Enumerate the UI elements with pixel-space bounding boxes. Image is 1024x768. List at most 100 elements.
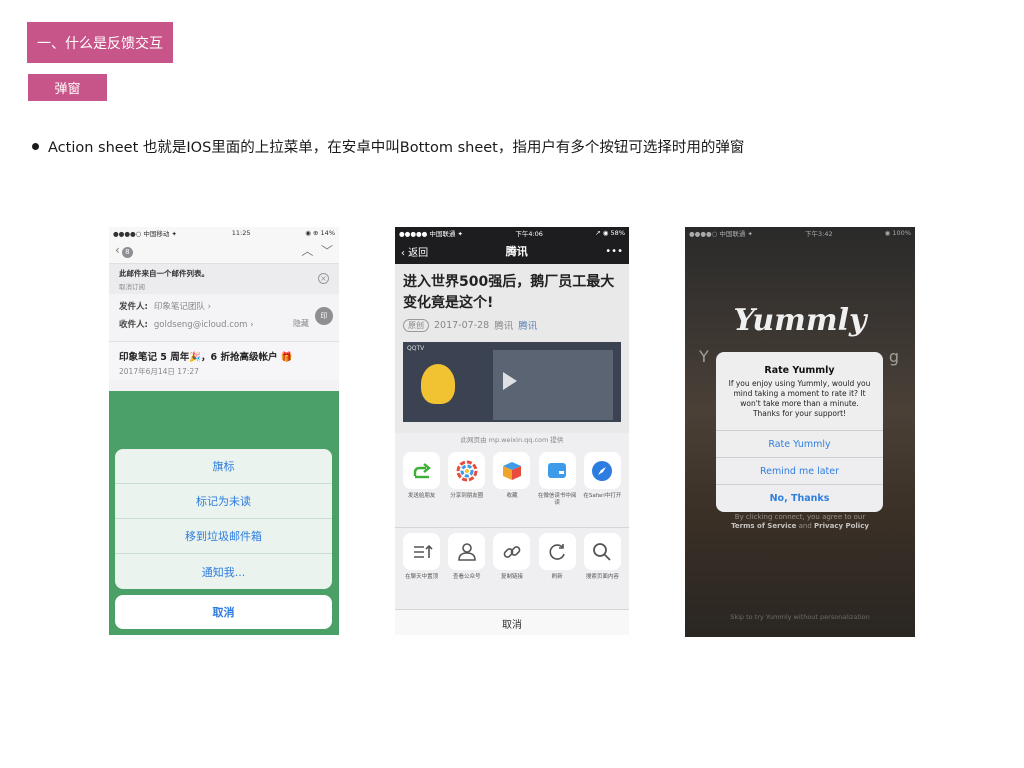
favorite-cube-icon — [493, 452, 531, 489]
share-sheet: 此网页由 mp.weixin.qq.com 提供 发送给朋友 分享到朋友圈 收藏 — [395, 433, 629, 635]
move-to-junk-option[interactable]: 移到垃圾邮件箱 — [115, 519, 332, 554]
share-item-label: 在聊天中置顶 — [405, 574, 439, 580]
cancel-button[interactable]: 取消 — [395, 609, 629, 635]
background-text-right: g — [888, 347, 899, 366]
carrier-label: ●●●●● 中国联通 ✦ — [399, 229, 463, 238]
subsection-tag: 弹窗 — [28, 74, 107, 101]
sender-row: 发件人: 印象笔记团队 › — [119, 300, 329, 312]
terms-prefix: By clicking connect, you agree to our — [734, 513, 866, 521]
back-button[interactable]: ‹ 返回 — [401, 244, 428, 259]
share-item-label: 分享到朋友圈 — [450, 493, 484, 499]
battery-label: ◉ ⊕ 14% — [305, 228, 335, 237]
profile-icon — [448, 533, 486, 570]
article: 进入世界500强后，鹅厂员工最大变化竟是这个! 原创 2017-07-28 腾讯… — [395, 264, 629, 434]
video-character — [421, 364, 455, 404]
share-row-1: 发送给朋友 分享到朋友圈 收藏 在微信读书中阅读 在Safari中打开 — [395, 447, 629, 528]
wechat-read-icon — [538, 452, 576, 489]
share-item-label: 在Safari中打开 — [583, 493, 622, 499]
share-item[interactable]: 分享到朋友圈 — [447, 452, 487, 527]
status-bar: ●●●●● 中国联通 ✦ 下午4:06 ↗ ◉ 58% — [395, 227, 629, 238]
no-thanks-button[interactable]: No, Thanks — [716, 484, 883, 511]
flag-option[interactable]: 旗标 — [115, 449, 332, 484]
chevron-up-icon[interactable]: ︿ — [301, 244, 313, 258]
rate-button[interactable]: Rate Yummly — [716, 430, 883, 457]
cancel-button[interactable]: 取消 — [115, 595, 332, 629]
status-bar: ●●●●○ 中国联通 ✦ 下午3:42 ◉ 100% — [685, 227, 915, 238]
notice-title: 此邮件来自一个邮件列表。 — [119, 269, 209, 278]
subject-date: 2017年6月14日 17:27 — [119, 367, 199, 376]
share-item[interactable]: 查看公众号 — [447, 533, 487, 609]
close-icon[interactable]: × — [318, 273, 329, 284]
share-item-label: 查看公众号 — [453, 574, 481, 580]
nav-title: 腾讯 — [505, 245, 528, 258]
battery-label: ↗ ◉ 58% — [595, 228, 625, 237]
recipient-row: 收件人: goldseng@icloud.com › 隐藏 — [119, 318, 329, 330]
chevron-down-icon[interactable]: ﹀ — [321, 244, 333, 258]
refresh-icon — [538, 533, 576, 570]
share-row-2: 在聊天中置顶 查看公众号 复制链接 刷新 搜索页面内容 — [395, 528, 629, 609]
terms-text: By clicking connect, you agree to our Te… — [685, 513, 915, 531]
mail-action-sheet-screenshot: ●●●●○ 中国移动 ✦ 11:25 ◉ ⊕ 14% ‹ 8 ︿ ﹀ 此邮件来自一… — [109, 227, 339, 635]
status-bar: ●●●●○ 中国移动 ✦ 11:25 ◉ ⊕ 14% — [109, 227, 339, 238]
link-icon — [493, 533, 531, 570]
recipient-value[interactable]: goldseng@icloud.com › — [154, 320, 254, 330]
account-link[interactable]: 腾讯 — [518, 318, 537, 332]
share-item[interactable]: 在聊天中置顶 — [402, 533, 442, 609]
privacy-policy-link[interactable]: Privacy Policy — [814, 522, 869, 530]
nav-arrows: ︿ ﹀ — [301, 242, 333, 259]
mail-nav-bar: ‹ 8 ︿ ﹀ — [109, 238, 339, 264]
article-date: 2017-07-28 — [434, 319, 490, 331]
alert-title: Rate Yummly — [764, 365, 835, 376]
more-icon[interactable]: ••• — [605, 246, 623, 257]
share-item-label: 刷新 — [551, 574, 563, 580]
carrier-label: ●●●●○ 中国移动 ✦ — [113, 229, 177, 238]
back-button[interactable]: ‹ 8 — [115, 243, 133, 258]
article-headline: 进入世界500强后，鹅厂员工最大变化竟是这个! — [403, 274, 615, 311]
status-time: 11:25 — [231, 228, 251, 237]
remind-later-button[interactable]: Remind me later — [716, 457, 883, 484]
recipient-label: 收件人: — [119, 320, 148, 330]
unread-badge: 8 — [121, 247, 133, 258]
share-item[interactable]: 发送给朋友 — [402, 452, 442, 527]
mark-unread-option[interactable]: 标记为未读 — [115, 484, 332, 519]
video-thumbnail[interactable]: QQTV — [403, 342, 621, 422]
share-item[interactable]: 复制链接 — [492, 533, 532, 609]
alert-message: If you enjoy using Yummly, would you min… — [728, 379, 871, 418]
mail-subject: 印象笔记 5 周年🎉，6 折抢高级帐户 🎁 2017年6月14日 17:27 — [109, 342, 339, 380]
share-item[interactable]: 搜索页面内容 — [582, 533, 622, 609]
play-icon[interactable] — [503, 372, 517, 390]
wechat-nav-bar: ‹ 返回 腾讯 ••• — [395, 238, 629, 264]
bullet-text: Action sheet 也就是IOS里面的上拉菜单，在安卓中叫Bottom s… — [48, 140, 745, 156]
mail-header: 发件人: 印象笔记团队 › 收件人: goldseng@icloud.com › 隐… — [109, 294, 339, 342]
yummly-logo: Yummly — [733, 303, 867, 338]
share-item-label: 发送给朋友 — [407, 493, 436, 499]
section-title-tag: 一、什么是反馈交互 — [27, 22, 173, 63]
battery-label: ◉ 100% — [884, 228, 911, 237]
share-item-label: 复制链接 — [500, 574, 523, 580]
sender-label: 发件人: — [119, 302, 148, 312]
moments-icon — [448, 452, 486, 489]
wechat-share-sheet-screenshot: ●●●●● 中国联通 ✦ 下午4:06 ↗ ◉ 58% ‹ 返回 腾讯 ••• … — [395, 227, 629, 635]
action-sheet: 旗标 标记为未读 移到垃圾邮件箱 通知我... — [115, 449, 332, 589]
terms-of-service-link[interactable]: Terms of Service — [731, 522, 796, 530]
status-time: 下午4:06 — [515, 229, 543, 238]
unsubscribe-link[interactable]: 取消订阅 — [119, 281, 329, 291]
sender-value[interactable]: 印象笔记团队 › — [154, 302, 211, 312]
pin-top-icon — [403, 533, 441, 570]
skip-link[interactable]: Skip to try Yummly without personalizati… — [685, 613, 915, 621]
search-icon — [583, 533, 621, 570]
share-item[interactable]: 收藏 — [492, 452, 532, 527]
safari-compass-icon — [583, 452, 621, 489]
hide-link[interactable]: 隐藏 — [293, 318, 309, 329]
original-badge: 原创 — [403, 318, 429, 332]
background-text-left: Y — [699, 347, 709, 366]
subject-title: 印象笔记 5 周年🎉，6 折抢高级帐户 🎁 — [119, 352, 293, 363]
share-item[interactable]: 刷新 — [537, 533, 577, 609]
share-item[interactable]: 在Safari中打开 — [582, 452, 622, 527]
share-item-label: 收藏 — [506, 493, 518, 499]
notify-me-option[interactable]: 通知我... — [115, 554, 332, 589]
share-item-label: 搜索页面内容 — [585, 574, 619, 580]
terms-and: and — [798, 522, 812, 530]
share-item[interactable]: 在微信读书中阅读 — [537, 452, 577, 527]
mailing-list-notice: 此邮件来自一个邮件列表。 取消订阅 × — [109, 264, 339, 294]
